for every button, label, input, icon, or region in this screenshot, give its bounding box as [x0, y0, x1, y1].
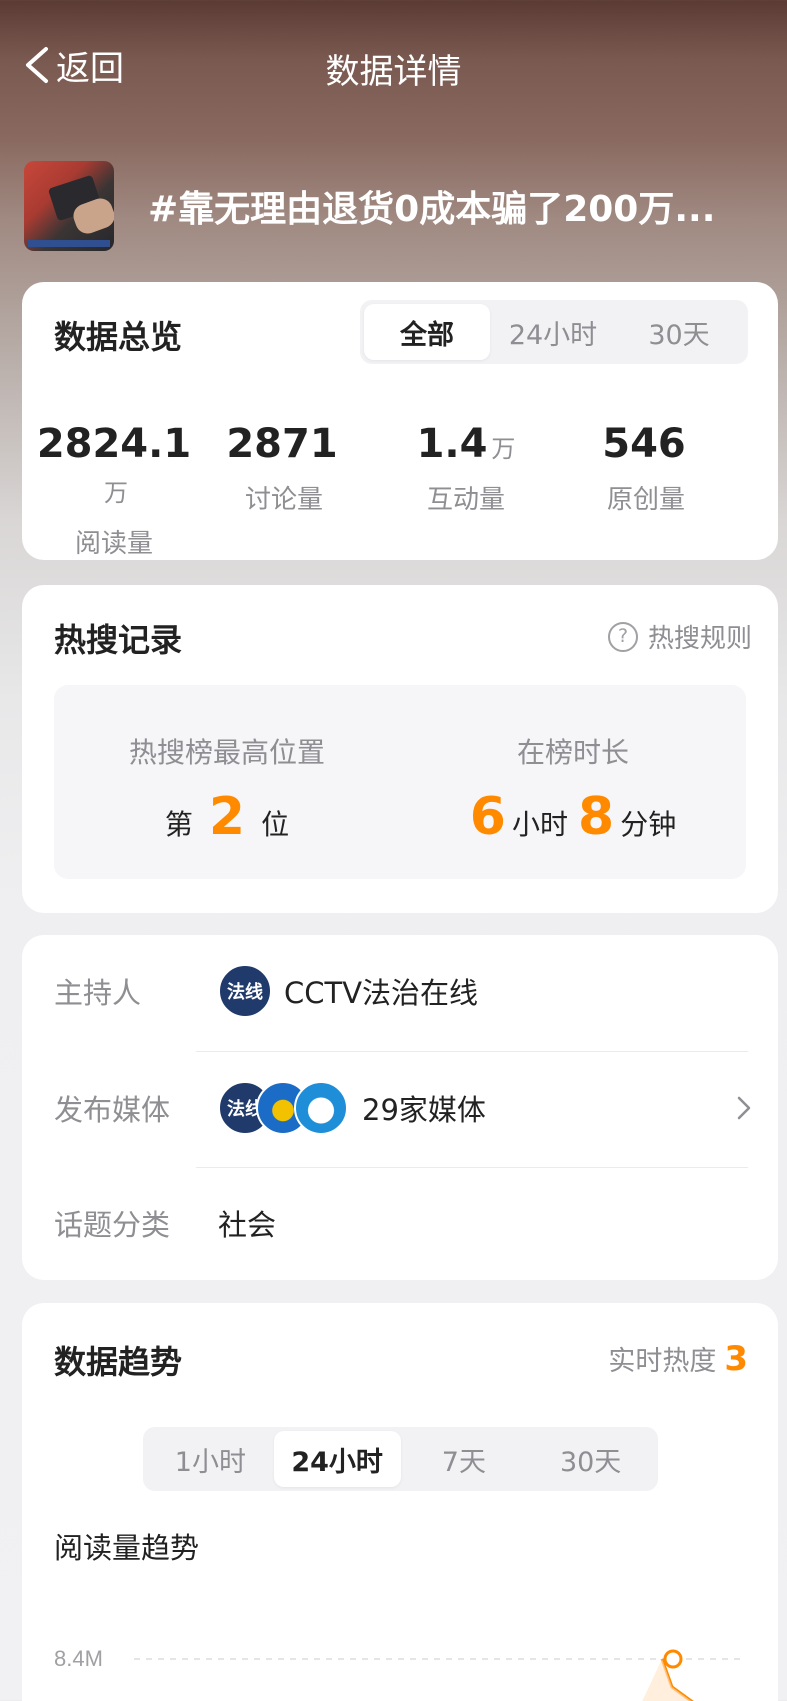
stat-interactions: 1.4 万 互动量 [376, 422, 556, 516]
best-position-label: 热搜榜最高位置 [128, 736, 325, 769]
stat-interactions-label: 互动量 [426, 485, 505, 515]
stat-interactions-unit: 万 [491, 435, 516, 463]
tab-24h[interactable]: 24小时 [273, 1431, 401, 1487]
stat-reads-value: 2824.1 [36, 421, 192, 467]
media-avatar-3 [294, 1081, 348, 1135]
topic-info-card: 主持人 法线 CCTV法治在线 发布媒体 法线 29家媒体 话题分类 社会 [22, 935, 778, 1280]
stat-reads: 2824.1 万 阅读量 [24, 422, 204, 560]
overview-range-tabs: 全部 24小时 30天 [360, 300, 748, 364]
tab-30d[interactable]: 30天 [616, 304, 742, 360]
best-position-prefix: 第 [164, 808, 193, 841]
host-key: 主持人 [54, 976, 142, 1010]
stat-originals: 546 原创量 [556, 422, 736, 516]
duration-minutes: 8 [578, 787, 615, 847]
live-heat-value: 3 [724, 1339, 748, 1379]
category-key: 话题分类 [54, 1208, 171, 1242]
media-count: 29家媒体 [362, 1093, 486, 1127]
top-bar: 返回 数据详情 [0, 0, 787, 130]
question-icon: ? [607, 621, 638, 652]
stat-reads-unit: 万 [104, 479, 128, 507]
trend-range-tabs: 1小时 24小时 7天 30天 [143, 1427, 658, 1491]
best-position: 热搜榜最高位置 第 2 位 [54, 685, 400, 847]
tab-7d[interactable]: 7天 [401, 1431, 528, 1487]
reads-trend-title: 阅读量趋势 [54, 1531, 200, 1565]
duration-minutes-unit: 分钟 [620, 808, 677, 841]
hot-search-title: 热搜记录 [54, 621, 183, 659]
stat-discussions: 2871 讨论量 [194, 422, 374, 516]
stat-reads-label: 阅读量 [74, 529, 153, 559]
trend-title: 数据趋势 [54, 1343, 183, 1381]
page-title: 数据详情 [325, 52, 462, 92]
topic-thumbnail[interactable] [24, 161, 114, 251]
topic-header: #靠无理由退货0成本骗了200万... [24, 160, 764, 252]
hot-search-rules-link[interactable]: ? 热搜规则 [607, 618, 752, 655]
category-row: 话题分类 社会 [54, 1193, 754, 1253]
best-position-suffix: 位 [261, 808, 290, 841]
hot-search-summary: 热搜榜最高位置 第 2 位 在榜时长 6 小时 8 分钟 [54, 685, 746, 879]
stat-originals-label: 原创量 [606, 485, 685, 515]
stat-discussions-value: 2871 [226, 421, 338, 467]
host-name: CCTV法治在线 [284, 976, 479, 1010]
stat-discussions-label: 讨论量 [244, 485, 323, 515]
hot-search-card: 热搜记录 ? 热搜规则 热搜榜最高位置 第 2 位 在榜时长 6 小时 8 分钟 [22, 585, 778, 913]
overview-title: 数据总览 [54, 318, 183, 356]
on-list-duration: 在榜时长 6 小时 8 分钟 [400, 685, 746, 847]
tab-30d[interactable]: 30天 [527, 1431, 654, 1487]
live-heat-label: 实时热度 [608, 1346, 717, 1377]
stat-originals-value: 546 [602, 421, 686, 467]
y-tick-label: 8.4M [54, 1646, 103, 1671]
tab-1h[interactable]: 1小时 [147, 1431, 274, 1487]
best-position-value: 2 [208, 787, 246, 847]
divider [196, 1167, 748, 1168]
overview-stats: 2824.1万 阅读量 2871 讨论量 1.4 万 互动量 546 原创量 [22, 422, 778, 559]
tab-all[interactable]: 全部 [364, 304, 490, 360]
trend-card: 数据趋势 实时热度 3 1小时 24小时 7天 30天 阅读量趋势 8.4M [22, 1303, 778, 1701]
host-row[interactable]: 主持人 法线 CCTV法治在线 [54, 961, 754, 1021]
chevron-right-icon[interactable] [736, 1095, 752, 1121]
reads-trend-chart: 8.4M [54, 1646, 746, 1701]
duration-hours: 6 [469, 787, 506, 847]
stat-interactions-value: 1.4 [416, 421, 488, 467]
tab-24h[interactable]: 24小时 [490, 304, 616, 360]
media-avatars: 法线 [218, 1081, 348, 1135]
media-row[interactable]: 发布媒体 法线 29家媒体 [54, 1078, 754, 1138]
series-point[interactable] [663, 1649, 683, 1669]
duration-hours-unit: 小时 [511, 808, 568, 841]
overview-card: 数据总览 全部 24小时 30天 2824.1 万 阅读量 2871 讨论量 1.… [22, 282, 778, 560]
divider [196, 1051, 748, 1052]
topic-title: #靠无理由退货0成本骗了200万... [148, 189, 716, 230]
category-value: 社会 [218, 1208, 277, 1242]
media-key: 发布媒体 [54, 1093, 171, 1127]
host-avatar: 法线 [218, 964, 272, 1018]
hot-search-rules-label: 热搜规则 [647, 624, 752, 654]
live-heat: 实时热度 3 [608, 1339, 748, 1379]
duration-label: 在榜时长 [516, 736, 629, 769]
